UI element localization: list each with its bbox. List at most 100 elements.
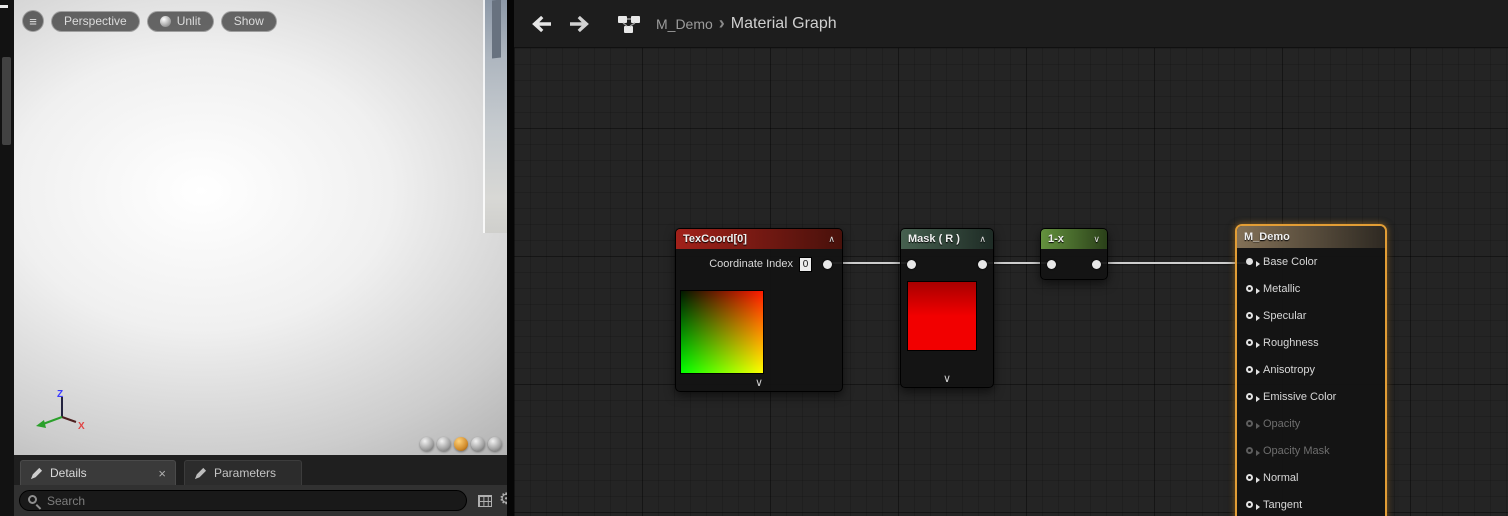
forward-button[interactable] [568, 15, 590, 33]
texcoord-node-title: TexCoord[0] [683, 233, 747, 245]
pin-row-normal: Normal [1237, 464, 1385, 491]
tab-close-button[interactable]: × [158, 467, 166, 480]
tab-parameters-label: Parameters [214, 466, 276, 480]
unlit-button[interactable]: Unlit [147, 11, 214, 32]
graph-icon [617, 14, 641, 34]
texcoord-node-header[interactable]: TexCoord[0] ∧ [676, 229, 842, 249]
pin-label: Metallic [1263, 283, 1300, 295]
one-minus-output-pin[interactable] [1092, 260, 1101, 269]
pin-row-anisotropy: Anisotropy [1237, 356, 1385, 383]
pin-label: Anisotropy [1263, 364, 1315, 376]
search-icon [28, 495, 37, 504]
mask-input-pin[interactable] [907, 260, 916, 269]
mask-node-header[interactable]: Mask ( R ) ∧ [901, 229, 993, 249]
pin-label: Opacity Mask [1263, 445, 1330, 457]
coordinate-index-row: Coordinate Index 0 [676, 249, 842, 279]
chevron-right-icon: › [719, 13, 725, 34]
search-input[interactable] [19, 490, 467, 511]
pin-label: Normal [1263, 472, 1298, 484]
one-minus-node-header[interactable]: 1-x ∨ [1041, 229, 1107, 249]
coordinate-index-label: Coordinate Index [709, 258, 793, 270]
hamburger-icon: ≡ [29, 14, 37, 29]
show-label: Show [234, 14, 264, 28]
breadcrumb-root[interactable]: M_Demo [656, 16, 713, 32]
one-minus-input-pin[interactable] [1047, 260, 1056, 269]
tab-parameters[interactable]: Parameters [184, 460, 302, 485]
x-axis-line [62, 417, 76, 422]
pin-row-opacity-mask: Opacity Mask [1237, 437, 1385, 464]
base-color-pin[interactable] [1246, 258, 1253, 265]
collapse-icon[interactable]: ∧ [828, 234, 835, 245]
pin-label: Emissive Color [1263, 391, 1336, 403]
metallic-pin[interactable] [1246, 285, 1253, 292]
environment-backdrop [483, 0, 507, 233]
show-button[interactable]: Show [221, 11, 277, 32]
mask-node-title: Mask ( R ) [908, 233, 960, 245]
pin-row-tangent: Tangent [1237, 491, 1385, 516]
panel-splitter[interactable] [507, 0, 514, 516]
pin-label: Opacity [1263, 418, 1300, 430]
collapse-icon[interactable]: ∧ [979, 234, 986, 245]
unlit-icon [160, 16, 171, 27]
tab-details-label: Details [50, 466, 87, 480]
chevron-down-icon[interactable]: ∨ [1093, 234, 1100, 245]
pin-label: Tangent [1263, 499, 1302, 511]
roughness-pin[interactable] [1246, 339, 1253, 346]
environment-building [492, 0, 501, 59]
opacity-pin [1246, 420, 1253, 427]
specular-pin[interactable] [1246, 312, 1253, 319]
mask-output-pin[interactable] [978, 260, 987, 269]
pin-label: Specular [1263, 310, 1306, 322]
normal-pin[interactable] [1246, 474, 1253, 481]
expand-icon[interactable]: ∨ [901, 374, 993, 385]
preview-viewport[interactable]: ≡ Perspective Unlit Show Z X [14, 0, 507, 455]
preview-cube-button[interactable] [471, 437, 485, 451]
one-minus-node[interactable]: 1-x ∨ [1040, 228, 1108, 280]
details-panel: Details × Parameters ⚙ [14, 455, 507, 516]
pin-row-specular: Specular [1237, 302, 1385, 329]
texcoord-output-pin[interactable] [823, 260, 832, 269]
breadcrumb: M_Demo › Material Graph [656, 13, 837, 34]
anisotropy-pin[interactable] [1246, 366, 1253, 373]
uv-gradient-preview [680, 290, 764, 374]
material-graph-canvas[interactable]: M_Demo › Material Graph TexCoord[0] ∧ Co… [514, 0, 1508, 516]
forward-arrow-icon [570, 15, 589, 31]
coordinate-index-value[interactable]: 0 [799, 257, 812, 272]
unlit-label: Unlit [177, 14, 201, 28]
x-axis-label: X [78, 421, 85, 432]
view-options-icon[interactable] [478, 495, 492, 507]
tab-details[interactable]: Details × [20, 460, 176, 485]
pin-label: Roughness [1263, 337, 1319, 349]
edit-pencil-icon [194, 467, 207, 480]
perspective-label: Perspective [64, 14, 127, 28]
pin-row-opacity: Opacity [1237, 410, 1385, 437]
pin-row-emissive-color: Emissive Color [1237, 383, 1385, 410]
material-node-header[interactable]: M_Demo [1237, 226, 1385, 248]
back-arrow-icon [532, 15, 551, 31]
breadcrumb-current: Material Graph [731, 15, 837, 33]
graph-header: M_Demo › Material Graph [514, 0, 1508, 48]
preview-cylinder-button[interactable] [420, 437, 434, 451]
back-button[interactable] [531, 15, 553, 33]
mask-color-preview [907, 281, 977, 351]
wire-oneminus-to-basecolor [1097, 262, 1249, 264]
preview-custom-mesh-button[interactable] [488, 437, 502, 451]
expand-icon[interactable]: ∨ [676, 378, 842, 389]
emissive-color-pin[interactable] [1246, 393, 1253, 400]
preview-sphere-button[interactable] [437, 437, 451, 451]
pin-row-roughness: Roughness [1237, 329, 1385, 356]
left-edge-tick [0, 5, 8, 8]
left-scroll-handle[interactable] [2, 57, 11, 145]
material-result-node[interactable]: M_Demo Base Color Metallic Specular Roug… [1235, 224, 1387, 516]
viewport-menu-button[interactable]: ≡ [22, 10, 44, 32]
texcoord-node[interactable]: TexCoord[0] ∧ Coordinate Index 0 ∨ [675, 228, 843, 392]
tangent-pin[interactable] [1246, 501, 1253, 508]
perspective-button[interactable]: Perspective [51, 11, 140, 32]
viewport-toolbar: ≡ Perspective Unlit Show [22, 10, 277, 32]
y-axis-line [43, 417, 62, 424]
preview-plane-button[interactable] [454, 437, 468, 451]
y-axis-arrowhead [36, 420, 46, 428]
preview-shape-buttons [420, 437, 502, 451]
pin-row-base-color: Base Color [1237, 248, 1385, 275]
mask-node[interactable]: Mask ( R ) ∧ ∨ [900, 228, 994, 388]
